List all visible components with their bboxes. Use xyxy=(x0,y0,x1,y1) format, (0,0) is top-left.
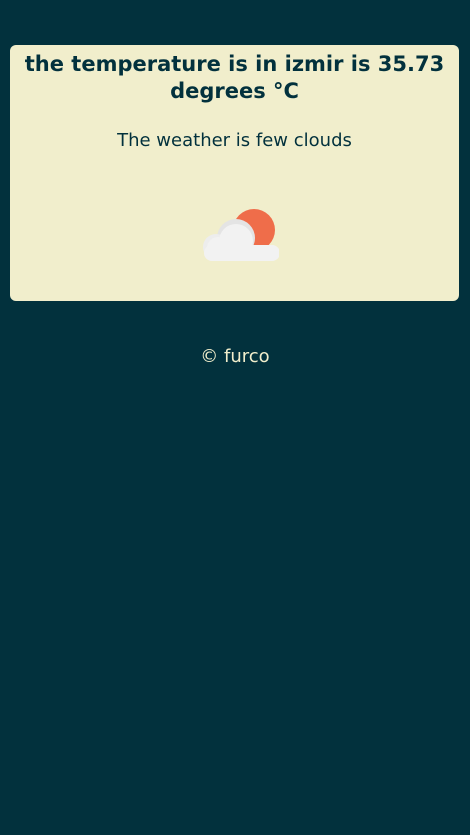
weather-app: { "weather": { "headline": "the temperat… xyxy=(0,0,470,835)
temperature-headline: the temperature is in izmir is 35.73 deg… xyxy=(24,52,445,103)
footer-copyright: © furco xyxy=(200,346,270,367)
few-clouds-icon xyxy=(203,209,279,261)
weather-card: the temperature is in izmir is 35.73 deg… xyxy=(10,45,459,301)
weather-description: The weather is few clouds xyxy=(117,130,352,151)
